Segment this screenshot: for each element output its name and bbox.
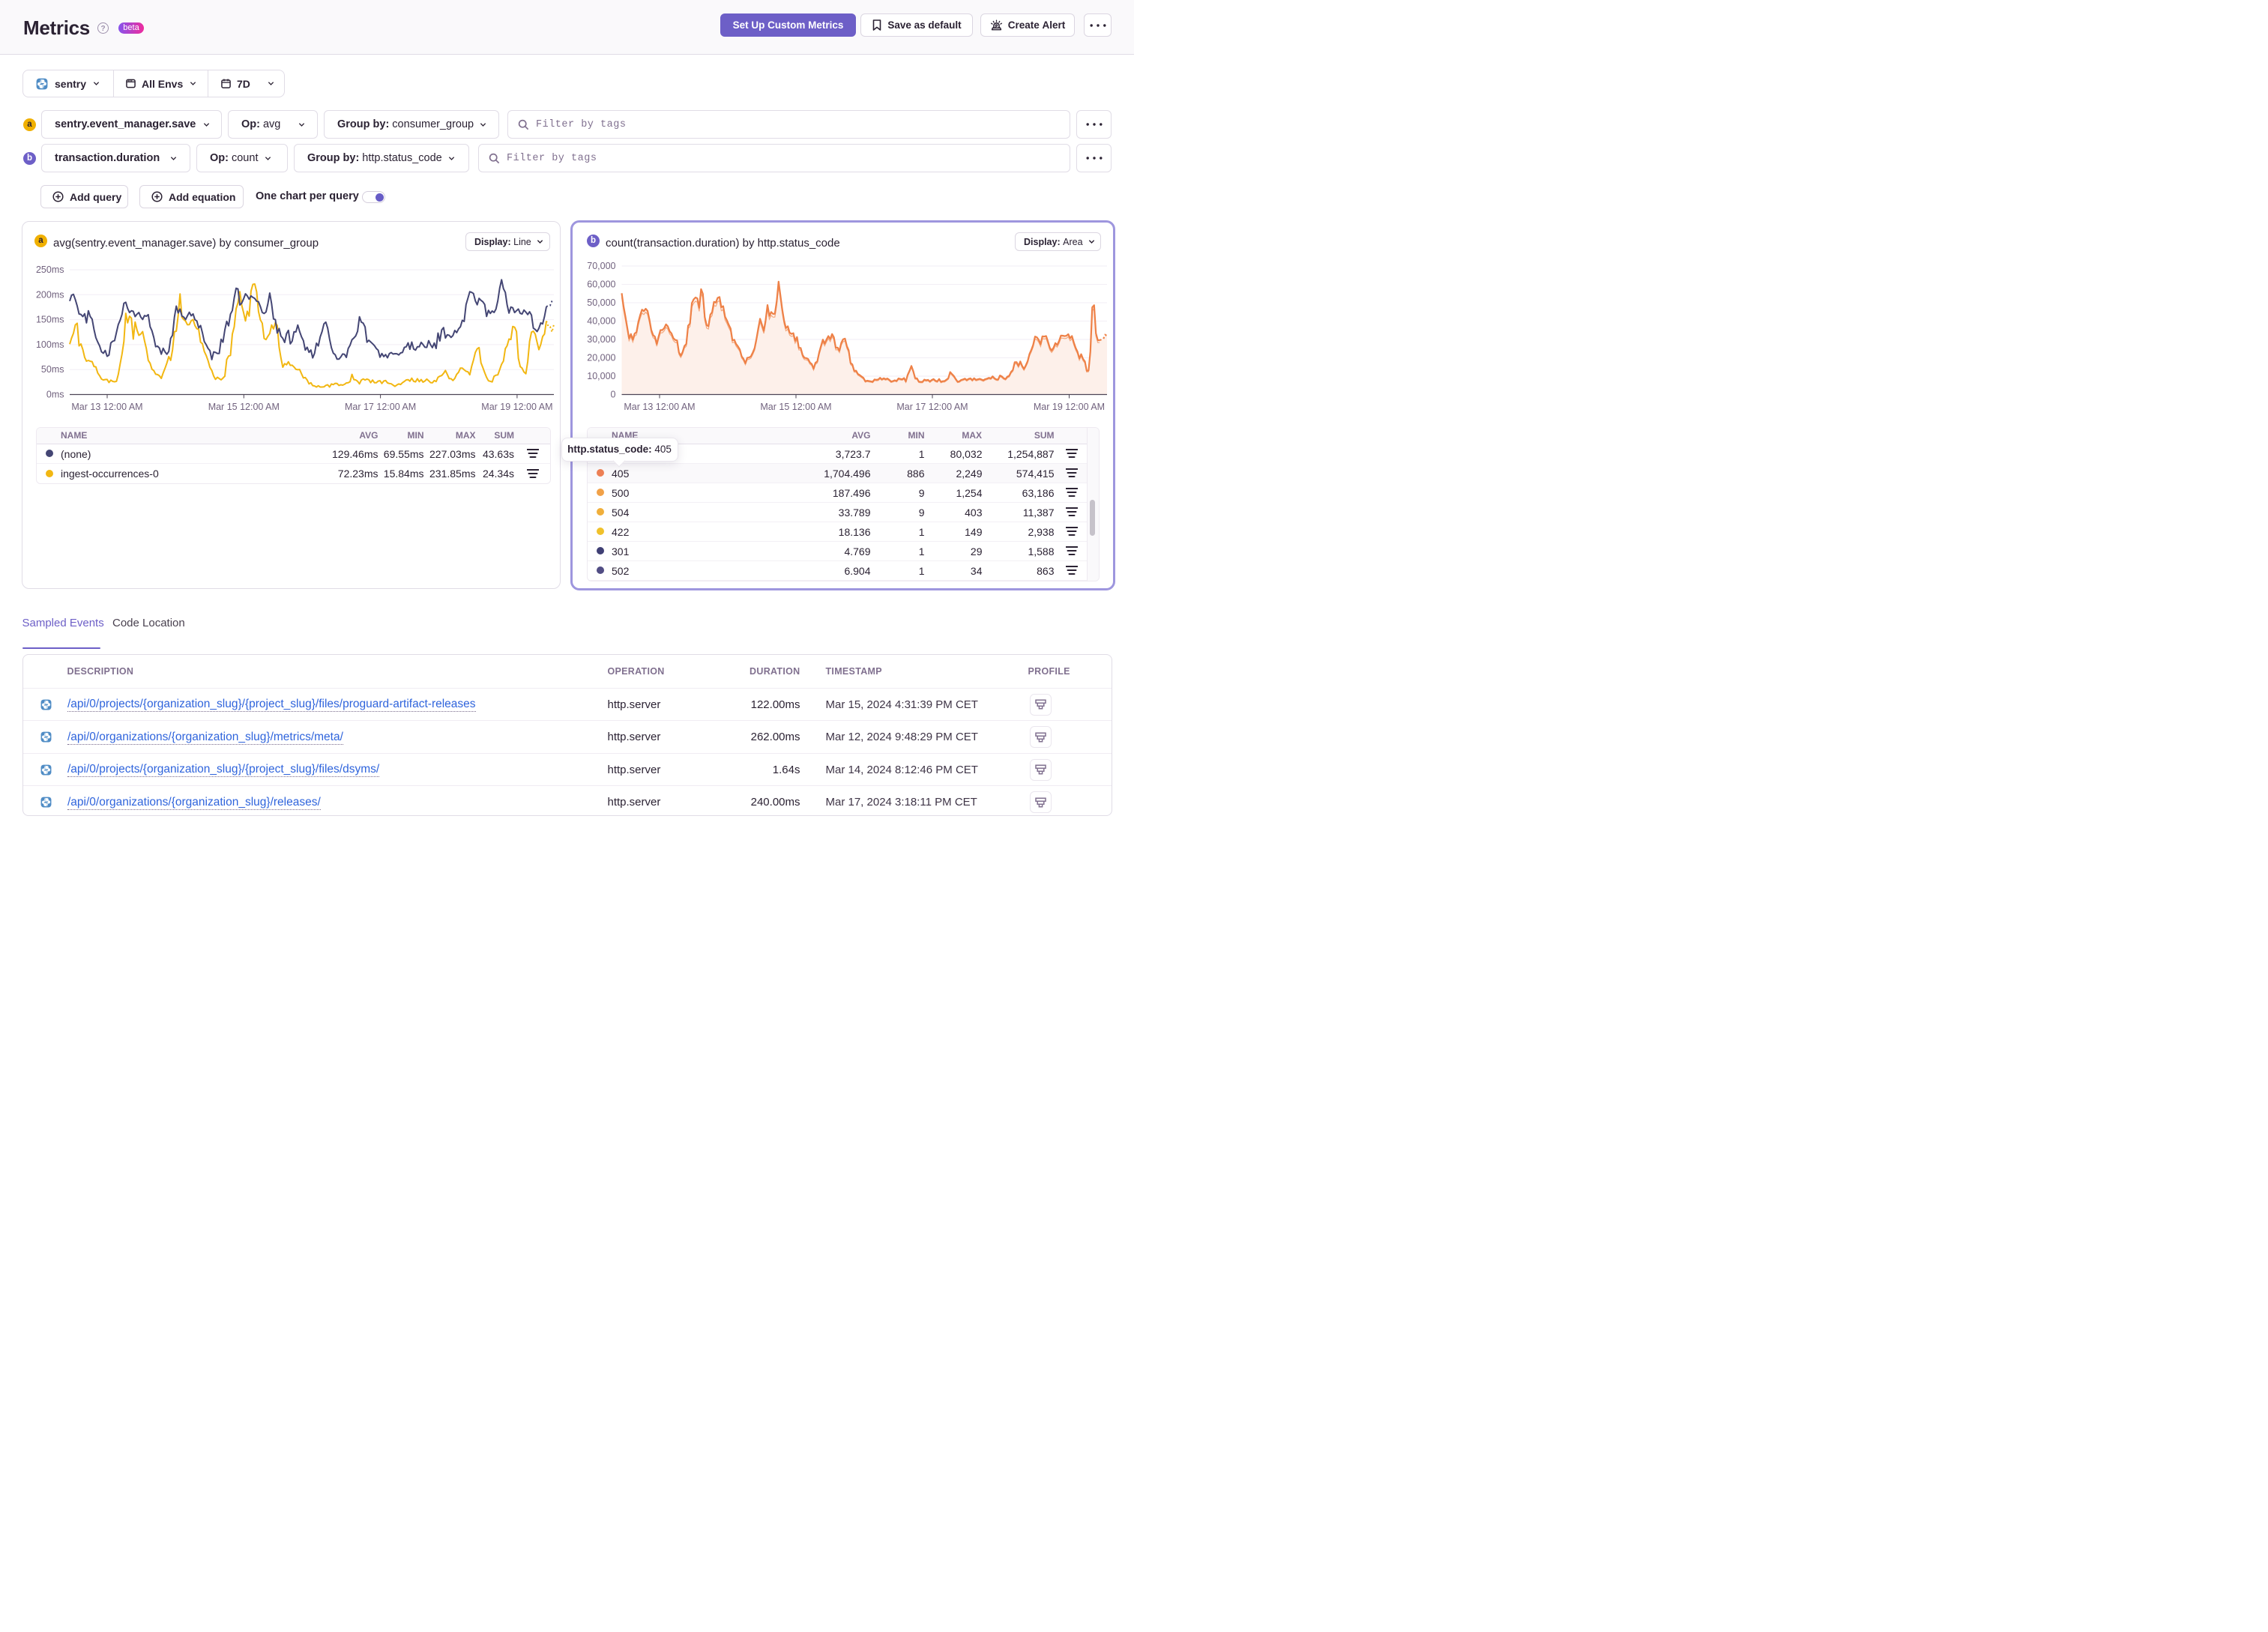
svg-text:Mar 13 12:00 AM: Mar 13 12:00 AM [71, 402, 142, 412]
svg-text:50ms: 50ms [41, 364, 64, 375]
svg-text:150ms: 150ms [36, 315, 64, 325]
svg-text:Mar 15 12:00 AM: Mar 15 12:00 AM [208, 402, 280, 412]
svg-text:Mar 15 12:00 AM: Mar 15 12:00 AM [760, 402, 831, 412]
svg-text:10,000: 10,000 [587, 371, 615, 381]
svg-text:0: 0 [611, 390, 616, 400]
svg-text:Mar 17 12:00 AM: Mar 17 12:00 AM [345, 402, 416, 412]
svg-text:30,000: 30,000 [587, 334, 615, 345]
svg-text:40,000: 40,000 [587, 316, 615, 327]
svg-text:70,000: 70,000 [587, 261, 615, 271]
svg-text:Mar 19 12:00 AM: Mar 19 12:00 AM [1034, 402, 1105, 412]
svg-text:100ms: 100ms [36, 339, 64, 350]
svg-text:60,000: 60,000 [587, 279, 615, 290]
svg-text:Mar 17 12:00 AM: Mar 17 12:00 AM [896, 402, 968, 412]
svg-text:200ms: 200ms [36, 289, 64, 300]
svg-text:0ms: 0ms [46, 390, 64, 400]
svg-text:50,000: 50,000 [587, 297, 615, 308]
svg-text:250ms: 250ms [36, 265, 64, 275]
svg-text:20,000: 20,000 [587, 353, 615, 363]
svg-text:Mar 13 12:00 AM: Mar 13 12:00 AM [624, 402, 695, 412]
svg-text:Mar 19 12:00 AM: Mar 19 12:00 AM [481, 402, 552, 412]
